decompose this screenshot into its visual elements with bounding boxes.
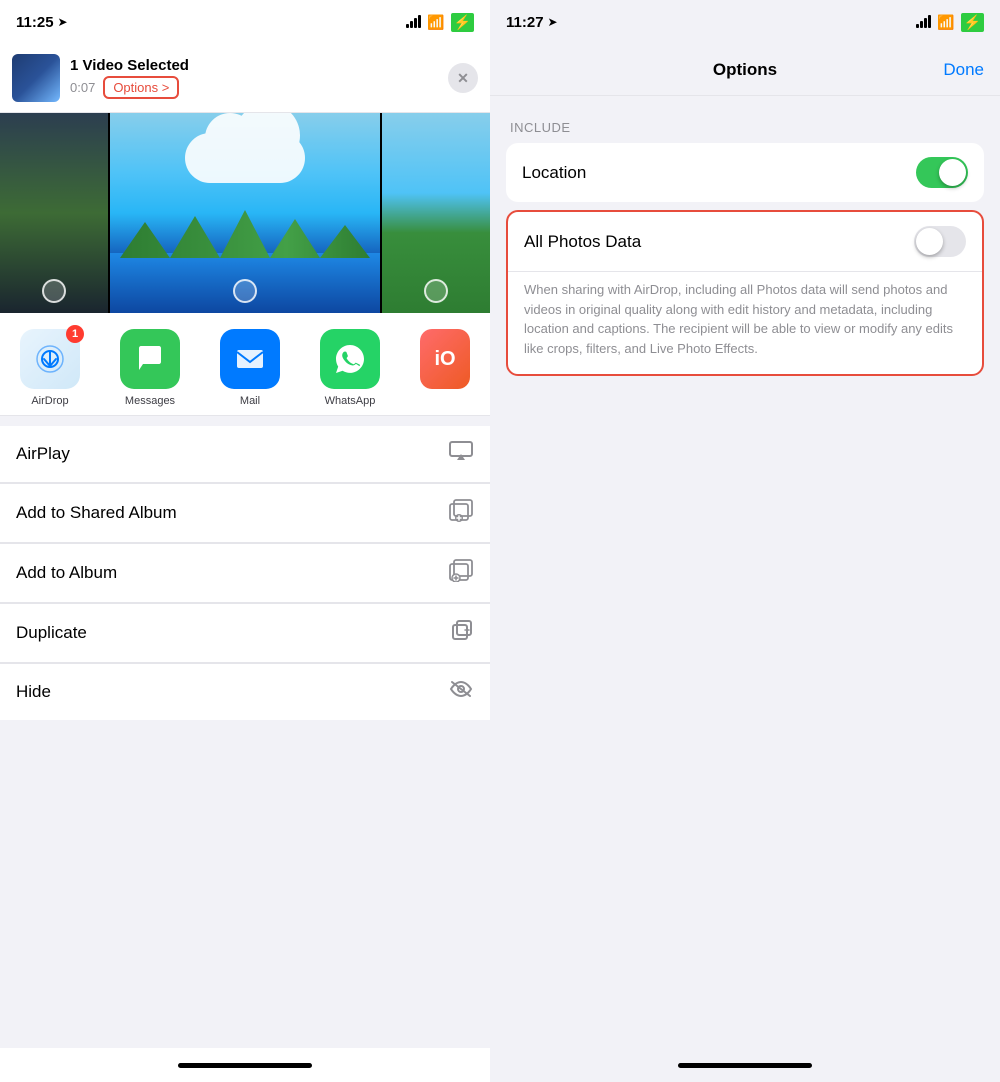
left-wifi-icon: 📶 (427, 14, 444, 31)
right-wifi-icon: 📶 (937, 14, 954, 31)
share-header: 1 Video Selected 0:07 Options > ✕ (0, 44, 490, 113)
options-title: Options (713, 60, 777, 80)
more-app-icon: iO (420, 329, 470, 389)
video-thumbnail (12, 54, 60, 102)
left-home-bar (178, 1063, 312, 1068)
all-photos-option-row: All Photos Data (508, 212, 982, 272)
share-apps-row: 1 AirDrop Messages Mail (0, 313, 490, 416)
menu-hide[interactable]: Hide (0, 664, 490, 720)
app-more[interactable]: iO (400, 329, 490, 407)
left-panel: 11:25 ➤ 📶 ⚡ 1 Video Selected 0:07 Option… (0, 0, 490, 1082)
app-mail[interactable]: Mail (200, 329, 300, 407)
duplicate-label: Duplicate (16, 623, 87, 643)
left-time: 11:25 (16, 14, 54, 31)
whatsapp-label: WhatsApp (325, 395, 376, 407)
airplay-label: AirPlay (16, 444, 70, 464)
left-location-icon: ➤ (58, 15, 68, 29)
photo-strip (0, 113, 490, 313)
select-circle-1[interactable] (42, 279, 66, 303)
left-signal (406, 16, 421, 28)
hide-icon (448, 678, 474, 706)
app-whatsapp[interactable]: WhatsApp (300, 329, 400, 407)
airdrop-label: AirDrop (31, 395, 68, 407)
right-time: 11:27 (506, 14, 544, 31)
done-button[interactable]: Done (943, 60, 984, 80)
left-status-bar: 11:25 ➤ 📶 ⚡ (0, 0, 490, 44)
left-status-icons: 📶 ⚡ (406, 13, 474, 32)
right-status-bar: 11:27 ➤ 📶 ⚡ (490, 0, 1000, 44)
photo-3 (382, 113, 490, 313)
options-body: INCLUDE Location All Photos Data When sh… (490, 96, 1000, 1048)
all-photos-toggle[interactable] (914, 226, 966, 257)
menu-list: AirPlay Add to Shared Album (0, 426, 490, 720)
include-section-label: INCLUDE (506, 120, 984, 135)
all-photos-toggle-thumb (916, 228, 943, 255)
mail-label: Mail (240, 395, 260, 407)
share-info: 1 Video Selected 0:07 Options > (70, 57, 438, 99)
menu-add-shared-album[interactable]: Add to Shared Album (0, 484, 490, 543)
photo-1 (0, 113, 108, 313)
location-toggle-thumb (939, 159, 966, 186)
airplay-icon (448, 440, 474, 468)
location-toggle[interactable] (916, 157, 968, 188)
messages-label: Messages (125, 395, 175, 407)
select-circle-2[interactable] (233, 279, 257, 303)
hide-label: Hide (16, 682, 51, 702)
video-duration: 0:07 (70, 80, 95, 95)
right-status-icons: 📶 ⚡ (916, 13, 984, 32)
menu-add-album[interactable]: Add to Album (0, 544, 490, 603)
location-label: Location (522, 163, 586, 183)
shared-album-icon (448, 498, 474, 528)
add-album-label: Add to Album (16, 563, 117, 583)
right-home-bar (678, 1063, 812, 1068)
close-button[interactable]: ✕ (448, 63, 478, 93)
right-battery-icon: ⚡ (961, 13, 984, 32)
photo-2 (110, 113, 380, 313)
airdrop-badge: 1 (66, 325, 84, 343)
duplicate-icon (450, 618, 474, 648)
share-title: 1 Video Selected (70, 57, 438, 74)
location-option-row: Location (506, 143, 984, 202)
share-sub: 0:07 Options > (70, 76, 438, 99)
menu-airplay[interactable]: AirPlay (0, 426, 490, 483)
right-signal (916, 16, 931, 28)
right-location-icon: ➤ (548, 15, 558, 29)
app-airdrop[interactable]: 1 AirDrop (0, 329, 100, 407)
whatsapp-icon (320, 329, 380, 389)
messages-icon (120, 329, 180, 389)
add-shared-album-label: Add to Shared Album (16, 503, 177, 523)
all-photos-data-label: All Photos Data (524, 232, 641, 252)
menu-duplicate[interactable]: Duplicate (0, 604, 490, 663)
all-photos-description: When sharing with AirDrop, including all… (508, 272, 982, 374)
mail-icon (220, 329, 280, 389)
options-button[interactable]: Options > (103, 76, 179, 99)
airdrop-icon: 1 (20, 329, 80, 389)
right-home-indicator (490, 1048, 1000, 1082)
left-battery-icon: ⚡ (451, 13, 474, 32)
app-messages[interactable]: Messages (100, 329, 200, 407)
location-option-card: Location (506, 143, 984, 202)
add-album-icon (448, 558, 474, 588)
options-header: Options Done (490, 44, 1000, 96)
all-photos-data-card: All Photos Data When sharing with AirDro… (506, 210, 984, 376)
right-panel: 11:27 ➤ 📶 ⚡ Options Done INCLUDE Locatio… (490, 0, 1000, 1082)
select-circle-3[interactable] (424, 279, 448, 303)
left-home-indicator (0, 1048, 490, 1082)
